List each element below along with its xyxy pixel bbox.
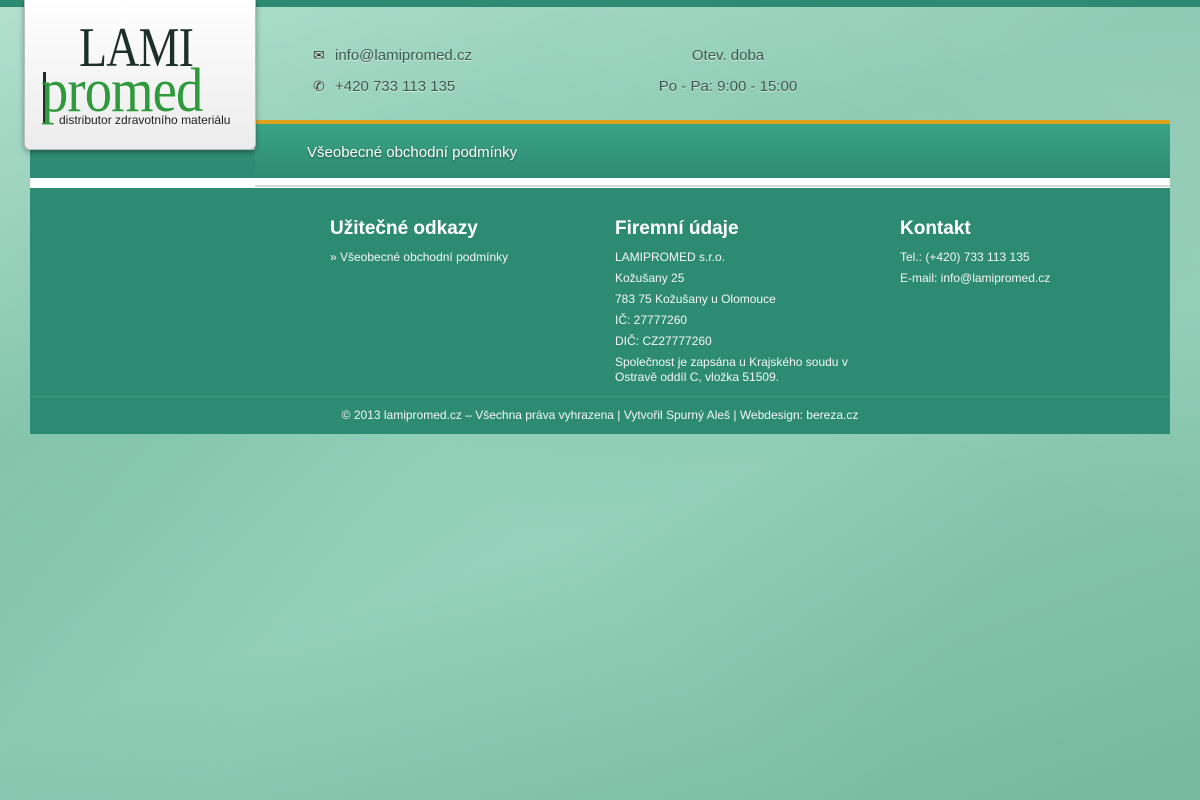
footer: Užitečné odkazy » Všeobecné obchodní pod…: [30, 188, 1170, 434]
footer-company-title: Firemní údaje: [615, 218, 739, 239]
hours-value: Po - Pa: 9:00 - 15:00: [658, 78, 798, 95]
footer-contact-title: Kontakt: [900, 218, 971, 239]
copyright-text: © 2013 lamipromed.cz – Všechna práva vyh…: [341, 408, 859, 422]
footer-contact-column: Kontakt Tel.: (+420) 733 113 135 E-mail:…: [900, 218, 1140, 292]
contact-phone: Tel.: (+420) 733 113 135: [900, 250, 1030, 264]
company-city: 783 75 Kožušany u Olomouce: [615, 292, 776, 306]
hours-label: Otev. doba: [691, 47, 765, 64]
site-logo[interactable]: LAMI promed distributor zdravotního mate…: [24, 0, 256, 150]
contact-email[interactable]: E-mail: info@lamipromed.cz: [900, 271, 1140, 286]
nav-left-panel: [30, 150, 256, 178]
company-dic: DIČ: CZ27777260: [615, 334, 712, 348]
nav-divider-band: [30, 178, 1170, 188]
header-phone[interactable]: ✆ +420 733 113 135: [313, 78, 455, 95]
divider-line: [255, 185, 1170, 187]
phone-icon: ✆: [313, 78, 325, 94]
nav-item-obchodni-podminky[interactable]: Všeobecné obchodní podmínky: [307, 144, 517, 161]
header-email-text[interactable]: info@lamipromed.cz: [335, 47, 472, 64]
footer-links-column: Užitečné odkazy » Všeobecné obchodní pod…: [330, 218, 570, 271]
footer-links-title: Užitečné odkazy: [330, 218, 478, 239]
footer-company-column: Firemní údaje LAMIPROMED s.r.o. Kožušany…: [615, 218, 855, 391]
logo-tagline: distributor zdravotního materiálu: [59, 113, 231, 127]
header-email[interactable]: ✉ info@lamipromed.cz: [313, 47, 472, 64]
footer-link-obchodni-podminky[interactable]: » Všeobecné obchodní podmínky: [330, 250, 570, 265]
envelope-icon: ✉: [313, 47, 325, 63]
company-ic: IČ: 27777260: [615, 313, 688, 327]
header-phone-text[interactable]: +420 733 113 135: [335, 78, 455, 95]
company-street: Kožušany 25: [615, 271, 685, 285]
company-name: LAMIPROMED s.r.o.: [615, 250, 726, 264]
footer-divider: [30, 396, 1170, 397]
main-nav: Všeobecné obchodní podmínky: [255, 120, 1170, 178]
company-registration: Společnost je zapsána u Krajského soudu …: [615, 355, 848, 384]
